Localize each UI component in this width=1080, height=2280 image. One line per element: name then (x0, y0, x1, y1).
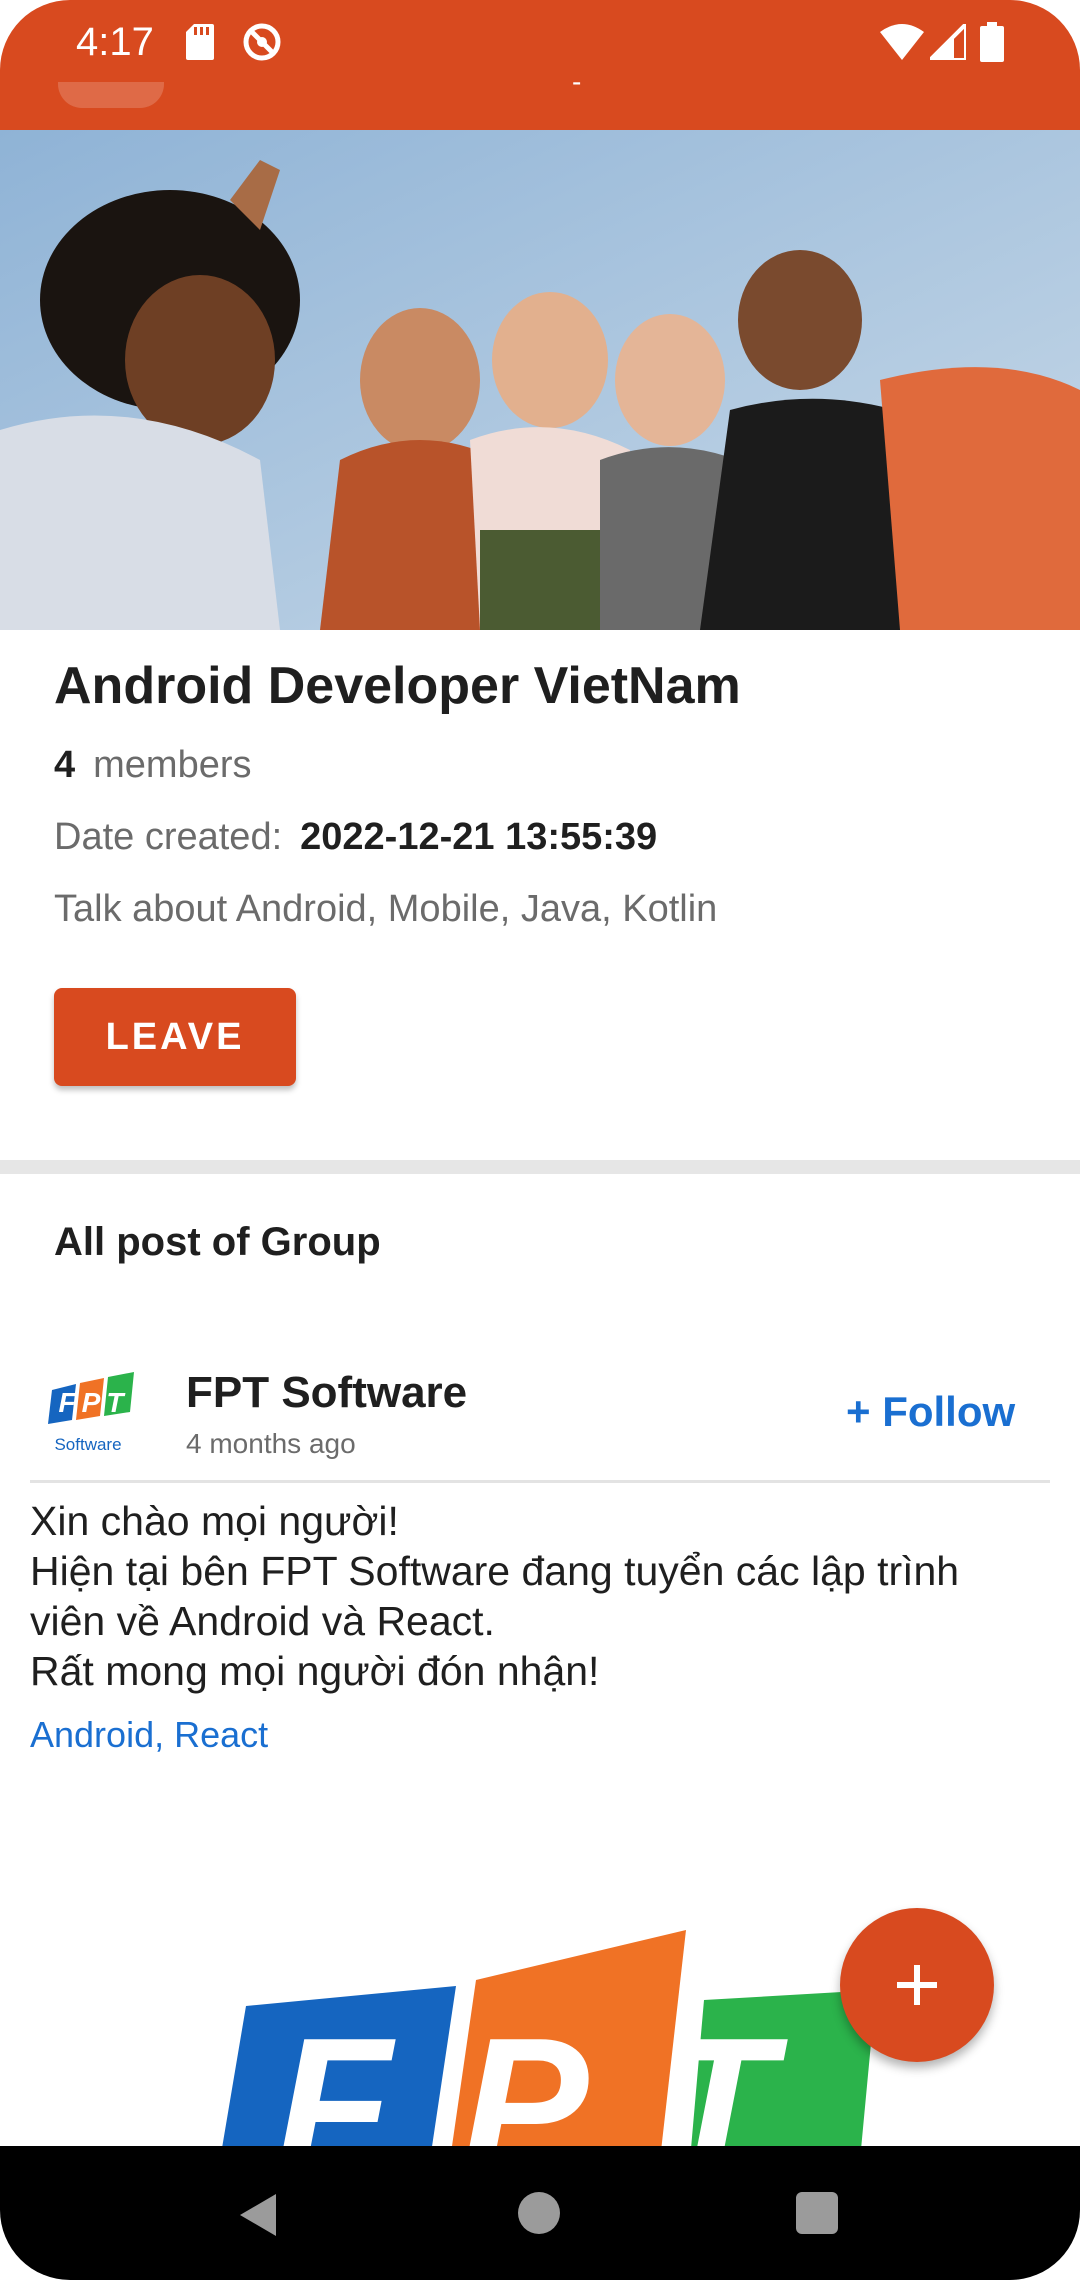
group-description: Talk about Android, Mobile, Java, Kotlin (54, 888, 718, 930)
sd-card-icon (186, 24, 214, 60)
recents-square-icon[interactable] (796, 2192, 838, 2234)
posts-section-heading: All post of Group (54, 1220, 381, 1264)
status-time: 4:17 (76, 20, 154, 64)
plus-icon (897, 1965, 937, 2005)
back-triangle-icon[interactable] (236, 2192, 282, 2238)
signal-icon (930, 24, 966, 60)
post-author-name[interactable]: FPT Software (186, 1368, 467, 1418)
app-screen: 4:17 - Android Developer VietNam 4 membe… (0, 0, 1080, 2280)
group-cover-photo (0, 130, 1080, 630)
post-tags[interactable]: Android, React (30, 1714, 268, 1756)
post-body-line: Hiện tại bên FPT Software đang tuyển các… (30, 1548, 960, 1644)
leave-button[interactable]: LEAVE (54, 988, 296, 1086)
post-body-line: Rất mong mọi người đón nhận! (30, 1648, 600, 1694)
battery-icon (980, 22, 1004, 62)
post-body-line: Xin chào mọi người! (30, 1498, 399, 1544)
date-created-row: Date created: 2022-12-21 13:55:39 (54, 816, 657, 859)
toolbar-title: - (572, 66, 582, 97)
section-divider (0, 1160, 1080, 1174)
avatar-logo-text: FPT (59, 1387, 130, 1418)
add-post-button[interactable] (840, 1908, 994, 2062)
members-row: 4 members (54, 744, 252, 787)
post-image-logo-text: FPT (276, 1999, 845, 2146)
wifi-icon (880, 24, 924, 60)
members-count: 4 (54, 744, 76, 786)
location-off-icon (243, 23, 281, 61)
toolbar-back-button[interactable] (58, 82, 164, 108)
post-timestamp: 4 months ago (186, 1428, 356, 1459)
group-title: Android Developer VietNam (54, 657, 741, 715)
date-created-label: Date created: (54, 816, 283, 858)
post-body: Xin chào mọi người! Hiện tại bên FPT Sof… (30, 1496, 1040, 1696)
avatar-logo-subtext: Software (54, 1435, 121, 1454)
status-bar: 4:17 - (0, 0, 1080, 130)
members-label: members (93, 744, 252, 786)
follow-button[interactable]: + Follow (846, 1388, 1015, 1436)
date-created-value: 2022-12-21 13:55:39 (300, 816, 658, 858)
home-circle-icon[interactable] (518, 2192, 560, 2234)
post-header-divider (30, 1480, 1050, 1483)
post-author-avatar[interactable]: FPT Software (42, 1366, 146, 1470)
